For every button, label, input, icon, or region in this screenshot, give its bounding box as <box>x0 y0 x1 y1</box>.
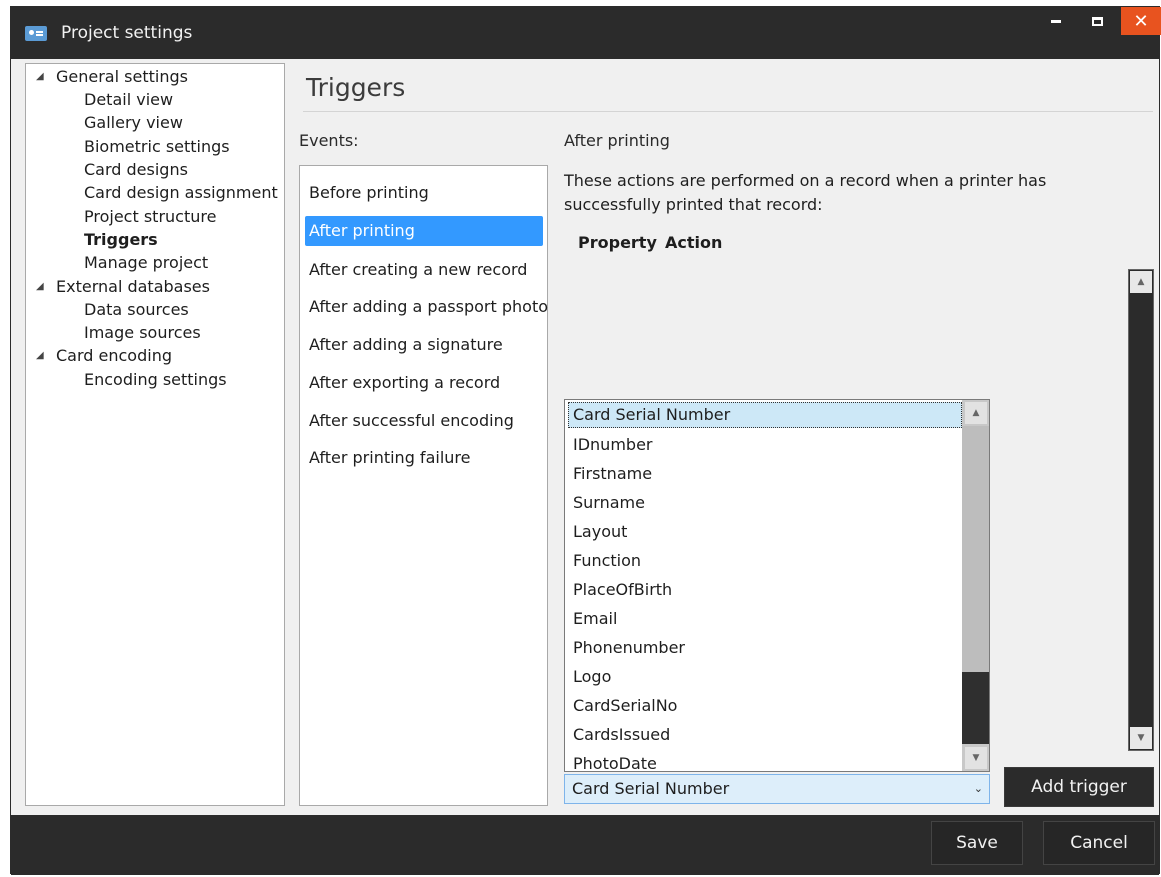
chevron-down-icon[interactable]: ⌄ <box>974 775 983 803</box>
event-item-after-creating-record[interactable]: After creating a new record <box>305 255 543 285</box>
column-header-action: Action <box>665 233 723 252</box>
tree-item-manage-project[interactable]: Manage project <box>84 253 208 272</box>
event-item-after-printing-failure[interactable]: After printing failure <box>305 443 543 473</box>
dropdown-option[interactable]: PlaceOfBirth <box>573 575 672 604</box>
dropdown-option[interactable]: PhotoDate <box>573 749 657 771</box>
cancel-button[interactable]: Cancel <box>1043 821 1155 865</box>
save-button[interactable]: Save <box>931 821 1023 865</box>
tree-item-encoding-settings[interactable]: Encoding settings <box>84 370 227 389</box>
event-item-after-adding-signature[interactable]: After adding a signature <box>305 330 543 360</box>
minimize-icon <box>1051 19 1061 23</box>
event-item-after-printing[interactable]: After printing <box>305 216 543 246</box>
dropdown-option[interactable]: Layout <box>573 517 627 546</box>
property-combobox-value: Card Serial Number <box>572 779 730 798</box>
event-item-before-printing[interactable]: Before printing <box>305 178 543 208</box>
dropdown-option[interactable]: Function <box>573 546 641 575</box>
tree-item-triggers[interactable]: Triggers <box>84 230 158 249</box>
scroll-up-icon[interactable]: ▲ <box>1130 271 1152 293</box>
title-divider <box>303 111 1153 112</box>
tree-group-external-databases[interactable]: External databases <box>56 277 210 296</box>
maximize-button[interactable] <box>1079 7 1115 35</box>
event-item-after-exporting-record[interactable]: After exporting a record <box>305 368 543 398</box>
minimize-button[interactable] <box>1038 7 1074 35</box>
tree-group-general-settings[interactable]: General settings <box>56 67 188 86</box>
collapse-arrow-icon[interactable]: ◢ <box>36 350 44 361</box>
page-title: Triggers <box>306 73 406 102</box>
dropdown-option[interactable]: CardSerialNo <box>573 691 677 720</box>
tree-item-project-structure[interactable]: Project structure <box>84 207 216 226</box>
events-label: Events: <box>299 131 359 150</box>
events-list: Before printing After printing After cre… <box>299 165 548 806</box>
event-detail-description: These actions are performed on a record … <box>564 171 1047 214</box>
actions-scrollbar[interactable]: ▲ ▼ <box>1128 269 1154 751</box>
id-card-icon <box>25 26 47 41</box>
dropdown-option-selected[interactable]: Card Serial Number <box>568 402 962 428</box>
add-trigger-button[interactable]: Add trigger <box>1004 767 1154 807</box>
tree-item-biometric-settings[interactable]: Biometric settings <box>84 137 230 156</box>
collapse-arrow-icon[interactable]: ◢ <box>36 281 44 292</box>
column-header-property: Property <box>578 233 657 252</box>
dropdown-option[interactable]: IDnumber <box>573 430 652 459</box>
dropdown-option[interactable]: Phonenumber <box>573 633 685 662</box>
dropdown-option[interactable]: Firstname <box>573 459 652 488</box>
dropdown-option[interactable]: Surname <box>573 488 645 517</box>
dropdown-scroll-track[interactable] <box>962 672 989 744</box>
tree-group-card-encoding[interactable]: Card encoding <box>56 346 172 365</box>
scroll-down-icon[interactable]: ▼ <box>965 747 987 769</box>
tree-item-card-designs[interactable]: Card designs <box>84 160 188 179</box>
title-bar[interactable]: Project settings ✕ <box>11 7 1161 59</box>
window-title: Project settings <box>61 23 193 43</box>
event-item-after-adding-passport-photo[interactable]: After adding a passport photo <box>305 292 548 322</box>
collapse-arrow-icon[interactable]: ◢ <box>36 71 44 82</box>
tree-item-gallery-view[interactable]: Gallery view <box>84 113 183 132</box>
dropdown-scrollbar[interactable]: ▲ ▼ <box>962 400 989 771</box>
close-button[interactable]: ✕ <box>1121 7 1161 35</box>
tree-item-card-design-assignment[interactable]: Card design assignment <box>84 183 278 202</box>
dropdown-scroll-thumb[interactable] <box>962 426 989 672</box>
close-icon: ✕ <box>1133 10 1149 32</box>
maximize-icon <box>1091 16 1103 26</box>
project-settings-window: Project settings ✕ ◢ General settings De… <box>10 6 1161 875</box>
dropdown-option[interactable]: Email <box>573 604 617 633</box>
scroll-down-icon[interactable]: ▼ <box>1130 727 1152 749</box>
event-detail-heading: After printing <box>564 131 670 150</box>
tree-item-detail-view[interactable]: Detail view <box>84 90 173 109</box>
tree-item-data-sources[interactable]: Data sources <box>84 300 189 319</box>
property-combobox[interactable]: Card Serial Number ⌄ <box>564 774 990 804</box>
settings-tree: ◢ General settings Detail view Gallery v… <box>25 63 285 806</box>
property-dropdown-list: Card Serial Number IDnumber Firstname Su… <box>564 399 990 772</box>
dropdown-option[interactable]: CardsIssued <box>573 720 670 749</box>
scroll-up-icon[interactable]: ▲ <box>965 402 987 424</box>
event-item-after-successful-encoding[interactable]: After successful encoding <box>305 406 543 436</box>
dropdown-option[interactable]: Logo <box>573 662 611 691</box>
tree-item-image-sources[interactable]: Image sources <box>84 323 201 342</box>
